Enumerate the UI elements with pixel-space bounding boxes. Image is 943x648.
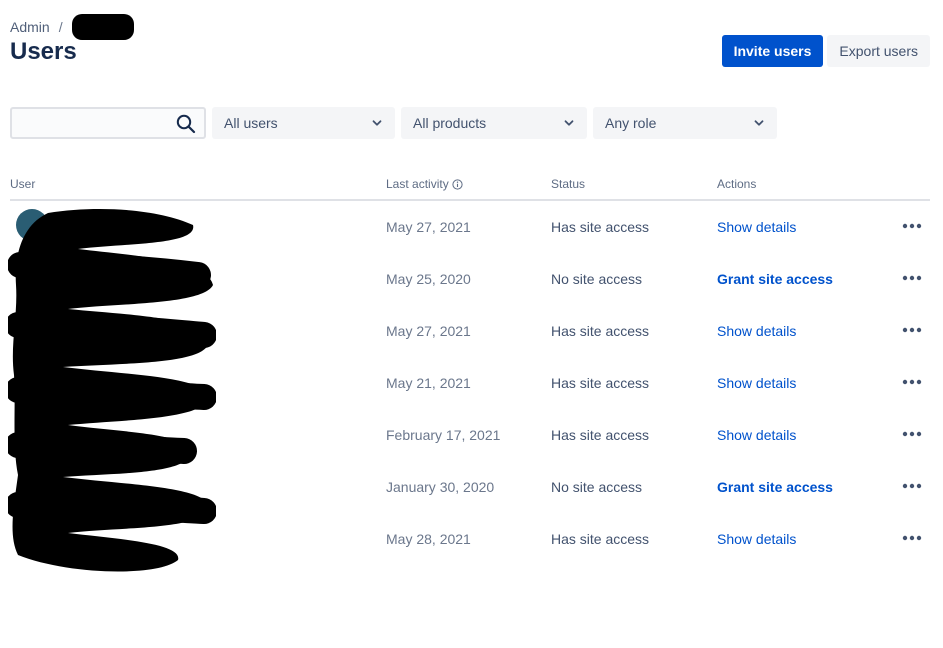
products-filter-select[interactable]: All products xyxy=(401,107,587,139)
last-activity-cell: May 21, 2021 xyxy=(386,375,471,391)
last-activity-cell: February 17, 2021 xyxy=(386,427,501,443)
users-filter-select[interactable]: All users xyxy=(212,107,395,139)
column-header-status: Status xyxy=(551,177,586,191)
status-cell: Has site access xyxy=(551,219,650,235)
more-actions-button[interactable] xyxy=(900,372,924,392)
show-details-link[interactable]: Show details xyxy=(717,427,796,443)
invite-users-button[interactable]: Invite users xyxy=(721,35,824,67)
status-cell: No site access xyxy=(551,479,643,495)
role-filter-value: Any role xyxy=(605,115,657,131)
last-activity-cell: May 27, 2021 xyxy=(386,219,471,235)
column-header-last-activity-label: Last activity xyxy=(386,177,449,191)
status-cell: Has site access xyxy=(551,427,650,443)
more-actions-button[interactable] xyxy=(900,320,924,340)
more-actions-button[interactable] xyxy=(900,216,924,236)
show-details-link[interactable]: Show details xyxy=(717,531,796,547)
table-header: User Last activity Status Actions xyxy=(10,170,930,201)
search-field xyxy=(10,107,206,139)
chevron-down-icon xyxy=(564,120,574,126)
breadcrumb: Admin / xyxy=(10,14,134,40)
breadcrumb-admin-link[interactable]: Admin xyxy=(10,19,50,35)
export-users-button[interactable]: Export users xyxy=(827,35,930,67)
grant-site-access-link[interactable]: Grant site access xyxy=(717,479,833,495)
status-cell: Has site access xyxy=(551,375,650,391)
grant-site-access-link[interactable]: Grant site access xyxy=(717,271,833,287)
more-horizontal-icon xyxy=(902,275,922,281)
more-actions-button[interactable] xyxy=(900,528,924,548)
last-activity-cell: May 28, 2021 xyxy=(386,531,471,547)
chevron-down-icon xyxy=(754,120,764,126)
status-cell: Has site access xyxy=(551,323,650,339)
last-activity-cell: May 27, 2021 xyxy=(386,323,471,339)
column-header-user[interactable]: User xyxy=(10,177,35,191)
header-actions: Invite users Export users xyxy=(721,35,930,67)
show-details-link[interactable]: Show details xyxy=(717,219,796,235)
more-actions-button[interactable] xyxy=(900,476,924,496)
column-header-last-activity[interactable]: Last activity xyxy=(386,177,463,191)
more-horizontal-icon xyxy=(902,483,922,489)
more-horizontal-icon xyxy=(902,327,922,333)
show-details-link[interactable]: Show details xyxy=(717,323,796,339)
info-icon[interactable] xyxy=(452,178,463,190)
show-details-link[interactable]: Show details xyxy=(717,375,796,391)
status-cell: No site access xyxy=(551,271,643,287)
more-horizontal-icon xyxy=(902,535,922,541)
more-actions-button[interactable] xyxy=(900,268,924,288)
last-activity-cell: May 25, 2020 xyxy=(386,271,471,287)
role-filter-select[interactable]: Any role xyxy=(593,107,777,139)
breadcrumb-separator: / xyxy=(58,19,63,35)
last-activity-cell: January 30, 2020 xyxy=(386,479,495,495)
chevron-down-icon xyxy=(372,120,382,126)
status-cell: Has site access xyxy=(551,531,650,547)
page-title: Users xyxy=(10,38,77,65)
redacted-site-name xyxy=(71,14,134,40)
more-horizontal-icon xyxy=(902,431,922,437)
search-icon[interactable] xyxy=(176,114,196,134)
more-horizontal-icon xyxy=(902,223,922,229)
users-filter-value: All users xyxy=(224,115,278,131)
products-filter-value: All products xyxy=(413,115,487,131)
filter-bar: All users All products Any role xyxy=(10,107,777,139)
redacted-user-names xyxy=(8,209,216,572)
column-header-actions: Actions xyxy=(717,177,757,191)
more-actions-button[interactable] xyxy=(900,424,924,444)
more-horizontal-icon xyxy=(902,379,922,385)
search-input[interactable] xyxy=(12,109,172,137)
